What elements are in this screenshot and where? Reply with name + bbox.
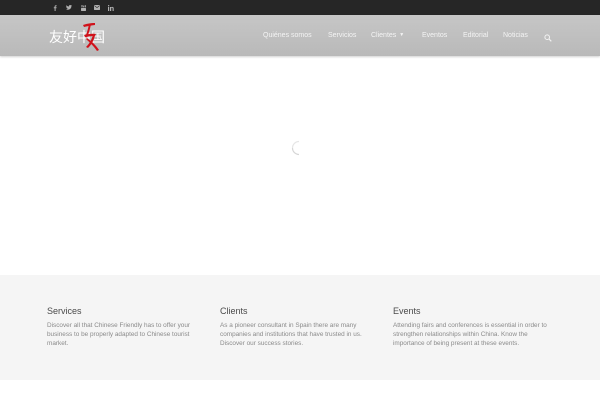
loading-spinner-icon xyxy=(291,140,307,156)
column-title: Clients xyxy=(220,306,248,316)
social-links xyxy=(48,0,118,15)
column-text: As a pioneer consultant in Spain there a… xyxy=(220,322,362,347)
search-icon[interactable] xyxy=(544,29,554,42)
column-title: Events xyxy=(393,306,421,316)
column-text: Discover all that Chinese Friendly has t… xyxy=(47,322,191,347)
nav-noticias[interactable]: Noticias xyxy=(503,15,528,56)
footer-column-events: Events Attending fairs and conferences i… xyxy=(393,306,553,348)
nav-editorial[interactable]: Editorial xyxy=(463,15,488,56)
footer-widgets: Services Discover all that Chinese Frien… xyxy=(0,275,600,380)
main-nav: Quiénes somos Servicios Clientes ▼ Evento… xyxy=(0,15,600,56)
footer-column-services: Services Discover all that Chinese Frien… xyxy=(47,306,207,348)
footer-column-clients: Clients As a pioneer consultant in Spain… xyxy=(220,306,376,348)
column-text: Attending fairs and conferences is essen… xyxy=(393,322,547,347)
twitter-icon[interactable] xyxy=(62,0,76,15)
column-title: Services xyxy=(47,306,82,316)
email-icon[interactable] xyxy=(90,0,104,15)
linkedin-icon[interactable] xyxy=(104,0,118,15)
nav-servicios[interactable]: Servicios xyxy=(328,15,356,56)
page-bottom xyxy=(0,380,600,400)
nav-quienes-somos[interactable]: Quiénes somos xyxy=(263,15,312,56)
facebook-icon[interactable] xyxy=(48,0,62,15)
top-bar xyxy=(0,0,600,15)
nav-clientes[interactable]: Clientes ▼ xyxy=(371,15,404,56)
nav-clientes-label: Clientes xyxy=(371,32,397,39)
chevron-down-icon: ▼ xyxy=(399,32,405,38)
youtube-icon[interactable] xyxy=(76,0,90,15)
nav-eventos[interactable]: Eventos xyxy=(422,15,447,56)
